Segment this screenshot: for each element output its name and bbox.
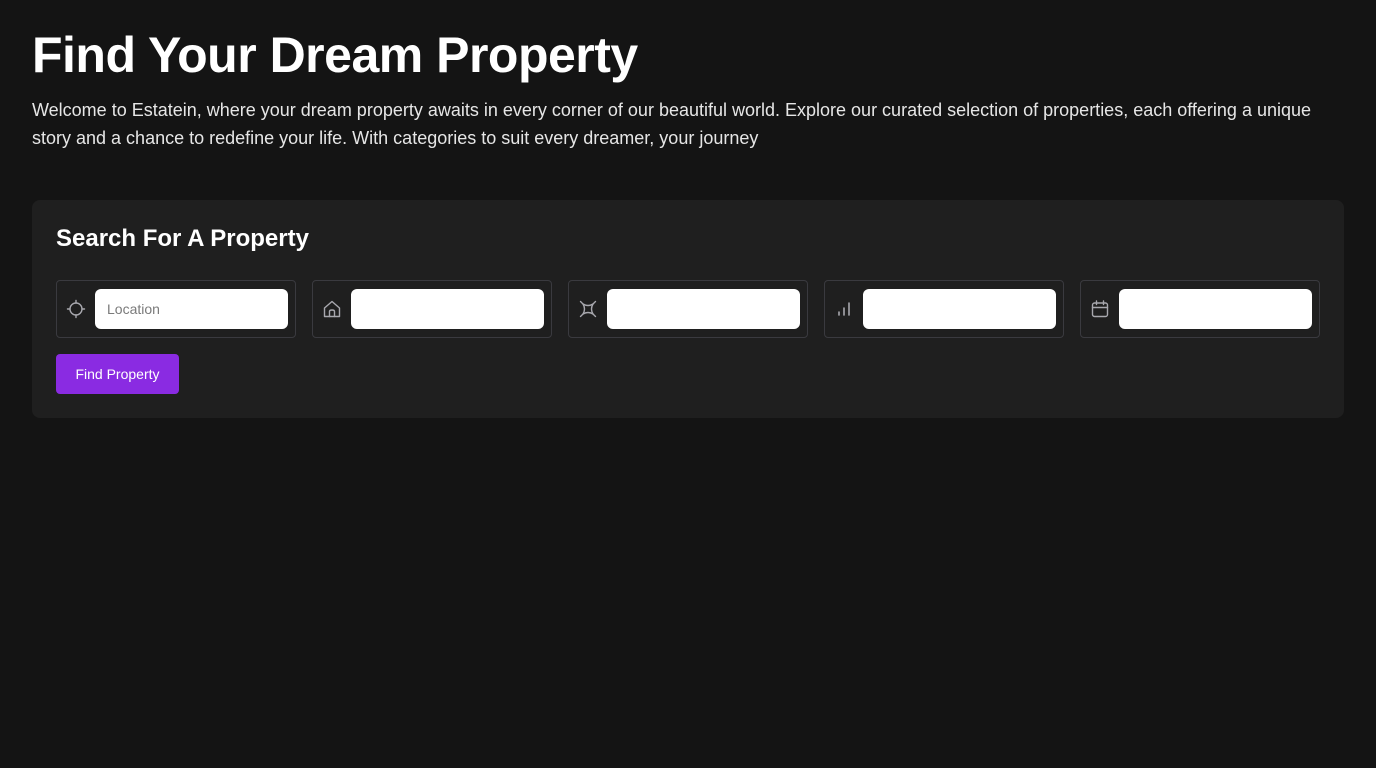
- crosshair-icon: [66, 299, 86, 319]
- filter-property-type: [312, 280, 552, 338]
- cube-icon: [578, 299, 598, 319]
- hero-description: Welcome to Estatein, where your dream pr…: [32, 100, 1312, 148]
- hero-section: Find Your Dream Property Welcome to Esta…: [32, 26, 1348, 152]
- filter-build-year: [1080, 280, 1320, 338]
- property-type-input[interactable]: [351, 289, 544, 329]
- filter-property-size: [824, 280, 1064, 338]
- page-title: Find Your Dream Property: [32, 27, 638, 83]
- bar-chart-icon: [834, 299, 854, 319]
- search-title: Search For A Property: [56, 225, 309, 252]
- build-year-input[interactable]: [1119, 289, 1312, 329]
- filter-pricing: [568, 280, 808, 338]
- calendar-icon: [1090, 299, 1110, 319]
- filter-location: [56, 280, 296, 338]
- search-panel: Search For A Property Location Find Prop…: [32, 200, 1344, 418]
- location-input[interactable]: [95, 289, 288, 329]
- search-filters: [56, 280, 1320, 338]
- home-icon: [322, 299, 342, 319]
- property-size-input[interactable]: [863, 289, 1056, 329]
- pricing-input[interactable]: [607, 289, 800, 329]
- find-property-button[interactable]: Find Property: [56, 354, 179, 394]
